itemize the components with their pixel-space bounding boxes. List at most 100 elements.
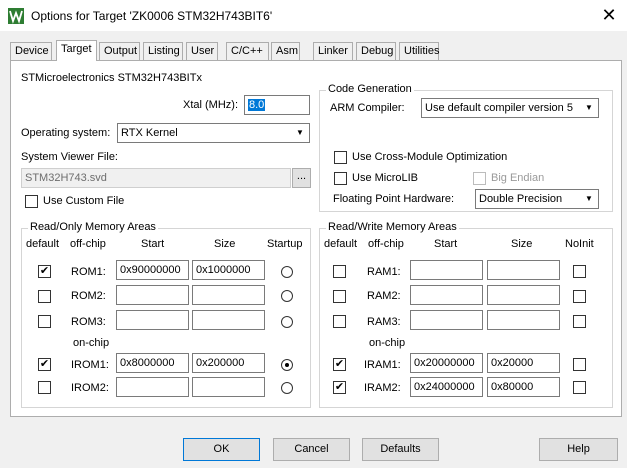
rom-header-size: Size bbox=[214, 238, 236, 250]
cross-module-checkbox[interactable] bbox=[334, 151, 347, 164]
os-select[interactable]: RTX Kernel ▼ bbox=[117, 123, 310, 143]
irom2-default-checkbox[interactable] bbox=[38, 381, 51, 394]
os-value: RTX Kernel bbox=[121, 127, 178, 139]
ram1-start-input[interactable] bbox=[410, 260, 483, 280]
irom1-size-input[interactable]: 0x200000 bbox=[192, 353, 265, 373]
rom-header-offchip: off-chip bbox=[70, 238, 106, 250]
window-title: Options for Target 'ZK0006 STM32H743BIT6… bbox=[31, 9, 273, 23]
tab-linker[interactable]: Linker bbox=[313, 42, 353, 60]
svd-input[interactable]: STM32H743.svd bbox=[21, 168, 291, 188]
device-name: STMicroelectronics STM32H743BITx bbox=[21, 72, 202, 84]
ram1-label: RAM1: bbox=[367, 266, 401, 278]
tab-device[interactable]: Device bbox=[10, 42, 52, 60]
iram1-default-checkbox[interactable]: ✔ bbox=[333, 358, 346, 371]
tab-target[interactable]: Target bbox=[56, 40, 97, 61]
rom-header-default: default bbox=[26, 238, 60, 250]
rom3-size-input[interactable] bbox=[192, 310, 265, 330]
tab-asm[interactable]: Asm bbox=[271, 42, 300, 60]
target-panel: STMicroelectronics STM32H743BITx Xtal (M… bbox=[10, 60, 622, 417]
iram2-default-checkbox[interactable]: ✔ bbox=[333, 381, 346, 394]
ram2-start-input[interactable] bbox=[410, 285, 483, 305]
keil-app-icon bbox=[8, 8, 24, 24]
ram2-default-checkbox[interactable] bbox=[333, 290, 346, 303]
irom2-startup-radio[interactable] bbox=[281, 382, 293, 394]
iram1-noinit-checkbox[interactable] bbox=[573, 358, 586, 371]
close-icon[interactable]: ✕ bbox=[596, 3, 622, 27]
iram1-start-input[interactable]: 0x20000000 bbox=[410, 353, 483, 373]
rom3-start-input[interactable] bbox=[116, 310, 189, 330]
tab-cc[interactable]: C/C++ bbox=[226, 42, 269, 60]
code-generation-title: Code Generation bbox=[326, 83, 414, 95]
chevron-down-icon: ▼ bbox=[585, 194, 593, 203]
ram2-label: RAM2: bbox=[367, 290, 401, 302]
irom1-startup-radio[interactable] bbox=[281, 359, 293, 371]
fpu-label: Floating Point Hardware: bbox=[333, 193, 455, 205]
ram2-size-input[interactable] bbox=[487, 285, 560, 305]
ram2-noinit-checkbox[interactable] bbox=[573, 290, 586, 303]
rom1-startup-radio[interactable] bbox=[281, 266, 293, 278]
tab-user[interactable]: User bbox=[186, 42, 218, 60]
rom2-start-input[interactable] bbox=[116, 285, 189, 305]
os-label: Operating system: bbox=[21, 127, 111, 139]
rom3-default-checkbox[interactable] bbox=[38, 315, 51, 328]
ram3-start-input[interactable] bbox=[410, 310, 483, 330]
irom1-default-checkbox[interactable]: ✔ bbox=[38, 358, 51, 371]
fpu-select[interactable]: Double Precision ▼ bbox=[475, 189, 599, 209]
rom2-label: ROM2: bbox=[71, 290, 106, 302]
compiler-label: ARM Compiler: bbox=[330, 102, 405, 114]
big-endian-checkbox[interactable] bbox=[473, 172, 486, 185]
rom1-default-checkbox[interactable]: ✔ bbox=[38, 265, 51, 278]
rom-group-title: Read/Only Memory Areas bbox=[28, 221, 158, 233]
rom2-default-checkbox[interactable] bbox=[38, 290, 51, 303]
rom-header-start: Start bbox=[141, 238, 165, 250]
big-endian-label: Big Endian bbox=[491, 172, 545, 184]
ram1-noinit-checkbox[interactable] bbox=[573, 265, 586, 278]
irom2-label: IROM2: bbox=[71, 382, 109, 394]
svd-label: System Viewer File: bbox=[21, 151, 118, 163]
radio-selected-dot bbox=[285, 363, 289, 367]
tab-output[interactable]: Output bbox=[99, 42, 140, 60]
use-custom-file-checkbox[interactable] bbox=[25, 195, 38, 208]
rom1-start-input[interactable]: 0x90000000 bbox=[116, 260, 189, 280]
svd-browse-button[interactable]: ... bbox=[292, 168, 311, 188]
ok-button[interactable]: OK bbox=[183, 438, 260, 461]
tab-debug[interactable]: Debug bbox=[356, 42, 396, 60]
rom2-startup-radio[interactable] bbox=[281, 290, 293, 302]
iram1-label: IRAM1: bbox=[364, 359, 401, 371]
iram2-size-input[interactable]: 0x80000 bbox=[487, 377, 560, 397]
irom2-size-input[interactable] bbox=[192, 377, 265, 397]
ram1-size-input[interactable] bbox=[487, 260, 560, 280]
compiler-value: Use default compiler version 5 bbox=[425, 102, 573, 114]
ram3-noinit-checkbox[interactable] bbox=[573, 315, 586, 328]
ram1-default-checkbox[interactable] bbox=[333, 265, 346, 278]
xtal-input[interactable]: 8.0 bbox=[244, 95, 310, 115]
microlib-checkbox[interactable] bbox=[334, 172, 347, 185]
tab-strip: Device Target Output Listing User C/C++ … bbox=[10, 40, 622, 61]
irom1-start-input[interactable]: 0x8000000 bbox=[116, 353, 189, 373]
ram-header-start: Start bbox=[434, 238, 458, 250]
microlib-label: Use MicroLIB bbox=[352, 172, 419, 184]
iram1-size-input[interactable]: 0x20000 bbox=[487, 353, 560, 373]
ram3-default-checkbox[interactable] bbox=[333, 315, 346, 328]
rom1-label: ROM1: bbox=[71, 266, 106, 278]
fpu-value: Double Precision bbox=[479, 193, 563, 205]
ram-header-noinit: NoInit bbox=[565, 238, 594, 250]
tab-utilities[interactable]: Utilities bbox=[399, 42, 439, 60]
iram2-start-input[interactable]: 0x24000000 bbox=[410, 377, 483, 397]
ram3-size-input[interactable] bbox=[487, 310, 560, 330]
rom3-startup-radio[interactable] bbox=[281, 316, 293, 328]
help-button[interactable]: Help bbox=[539, 438, 618, 461]
ram-header-offchip: off-chip bbox=[368, 238, 404, 250]
iram2-noinit-checkbox[interactable] bbox=[573, 381, 586, 394]
irom2-start-input[interactable] bbox=[116, 377, 189, 397]
rom2-size-input[interactable] bbox=[192, 285, 265, 305]
use-custom-file-label: Use Custom File bbox=[43, 195, 125, 207]
defaults-button[interactable]: Defaults bbox=[362, 438, 439, 461]
compiler-select[interactable]: Use default compiler version 5 ▼ bbox=[421, 98, 599, 118]
cancel-button[interactable]: Cancel bbox=[273, 438, 350, 461]
ram-group-title: Read/Write Memory Areas bbox=[326, 221, 459, 233]
rom-onchip-label: on-chip bbox=[73, 337, 110, 349]
tab-listing[interactable]: Listing bbox=[143, 42, 183, 60]
rom1-size-input[interactable]: 0x1000000 bbox=[192, 260, 265, 280]
chevron-down-icon: ▼ bbox=[296, 128, 304, 137]
